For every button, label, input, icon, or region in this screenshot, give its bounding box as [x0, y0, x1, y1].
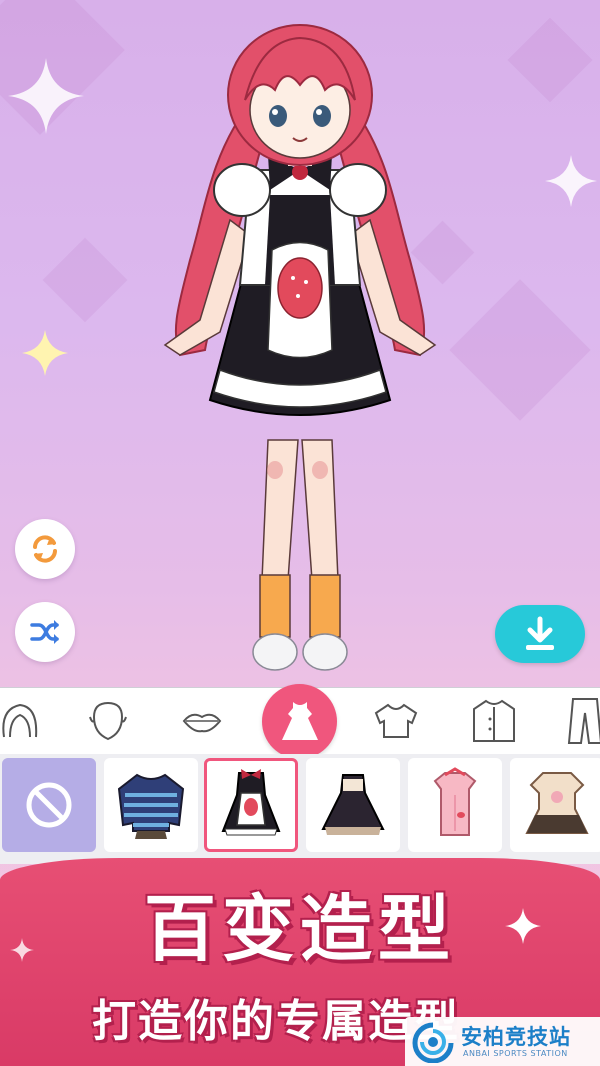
- item-beige-bear-dress[interactable]: [510, 758, 600, 852]
- banner-title: 百变造型: [143, 887, 456, 971]
- tab-hair[interactable]: [0, 693, 50, 749]
- bg-diamond: [42, 237, 128, 323]
- sparkle-icon: [22, 330, 68, 376]
- pants-icon: [567, 698, 600, 744]
- refresh-icon: [33, 535, 57, 563]
- tab-jacket[interactable]: [464, 693, 524, 749]
- character-avatar: [163, 24, 437, 671]
- sparkle-icon: [545, 155, 597, 207]
- item-none[interactable]: [2, 758, 96, 852]
- bear-dress-icon: [525, 772, 589, 834]
- shirt-icon: [374, 703, 418, 738]
- maid-dress-icon: [221, 769, 281, 836]
- download-button[interactable]: [495, 605, 585, 663]
- face-icon: [89, 701, 127, 741]
- sparkle-icon: [8, 58, 84, 134]
- character-stage: [0, 0, 600, 690]
- tab-top[interactable]: [366, 693, 426, 749]
- reset-button[interactable]: [15, 519, 75, 579]
- gothic-dress-icon: [321, 774, 385, 835]
- item-maid-dress[interactable]: [204, 758, 298, 852]
- tab-dress-active[interactable]: [262, 684, 337, 759]
- pink-dress-icon: [433, 767, 477, 836]
- no-icon: [26, 782, 72, 828]
- hair-icon: [2, 703, 38, 738]
- tab-face[interactable]: [78, 693, 138, 749]
- lips-icon: [182, 713, 222, 733]
- bg-diamond: [507, 17, 593, 103]
- download-icon: [526, 616, 554, 650]
- dress-icon: [281, 701, 318, 740]
- jacket-icon: [473, 699, 515, 742]
- item-pink-qipao-dress[interactable]: [408, 758, 502, 852]
- shuffle-icon: [30, 620, 59, 644]
- item-strip: [0, 754, 600, 864]
- tab-mouth[interactable]: [172, 693, 232, 749]
- watermark-name: 安柏竞技站: [461, 1025, 571, 1049]
- random-button[interactable]: [15, 602, 75, 662]
- bg-diamond: [449, 279, 591, 421]
- watermark-sub: ANBAI SPORTS STATION: [463, 1049, 568, 1058]
- logo-icon: [412, 1022, 454, 1063]
- item-striped-sweater[interactable]: [104, 758, 198, 852]
- sweater-icon: [117, 773, 185, 839]
- item-black-gothic-dress[interactable]: [306, 758, 400, 852]
- tab-pants[interactable]: [555, 693, 600, 749]
- watermark: 安柏竞技站 ANBAI SPORTS STATION: [405, 1017, 600, 1066]
